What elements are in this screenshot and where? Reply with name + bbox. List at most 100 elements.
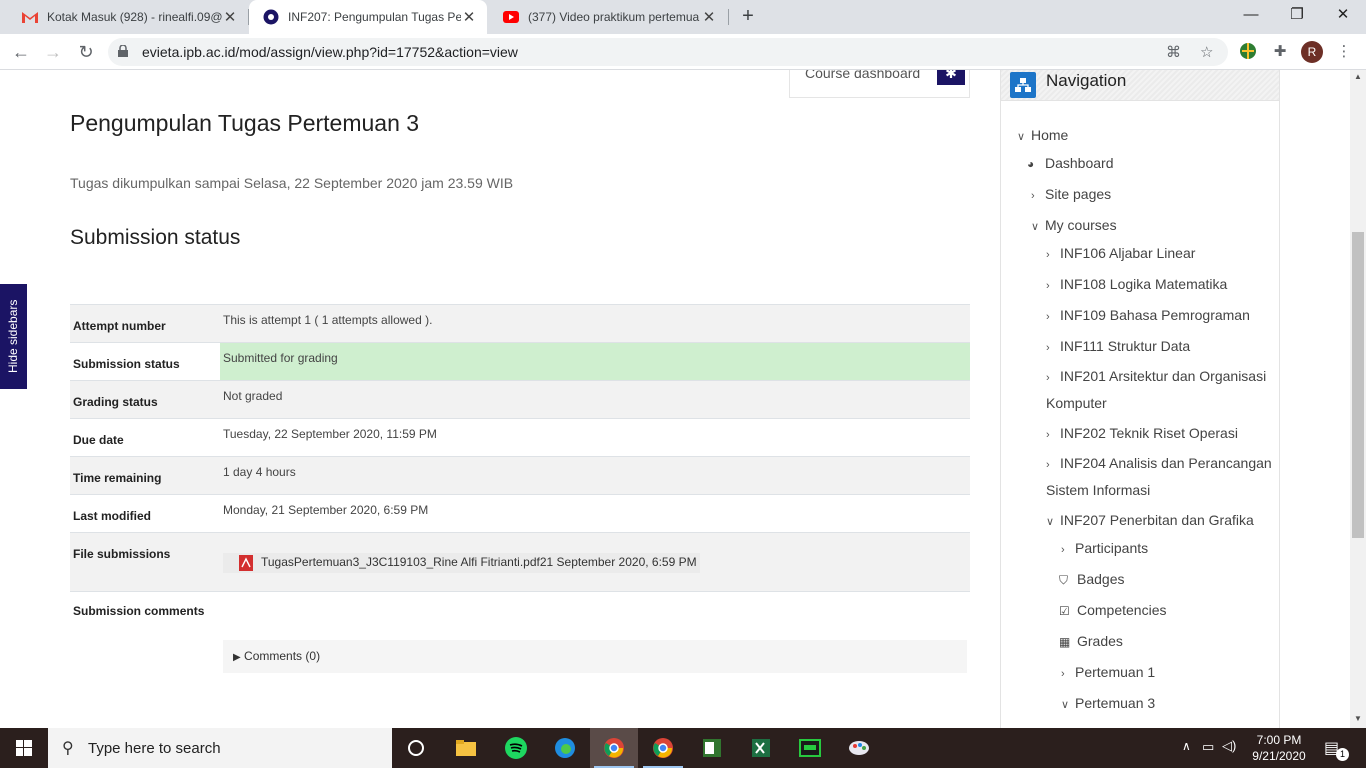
taskbar-excel[interactable] bbox=[737, 728, 785, 768]
nav-item-participants[interactable]: › Participants bbox=[1061, 540, 1148, 556]
taskbar-search-box[interactable]: ⚲ Type here to search bbox=[48, 728, 392, 768]
nav-item-course[interactable]: › INF109 Bahasa Pemrograman bbox=[1046, 307, 1250, 323]
browser-menu-icon[interactable]: ⋮ bbox=[1334, 42, 1354, 62]
minimize-button[interactable]: — bbox=[1228, 0, 1274, 30]
submission-status-table: Attempt number This is attempt 1 ( 1 att… bbox=[70, 304, 970, 682]
close-tab-icon[interactable]: ✕ bbox=[701, 8, 717, 26]
taskbar-project[interactable] bbox=[688, 728, 736, 768]
close-tab-icon[interactable]: ✕ bbox=[461, 8, 477, 26]
taskbar-spotify[interactable] bbox=[492, 728, 540, 768]
scroll-down-icon[interactable]: ▼ bbox=[1350, 714, 1366, 728]
nav-item-course[interactable]: › INF111 Struktur Data bbox=[1046, 338, 1190, 354]
nav-item-grades[interactable]: ▦ Grades bbox=[1059, 633, 1123, 649]
chevron-down-icon: ∨ bbox=[1061, 699, 1070, 711]
scrollbar-thumb[interactable] bbox=[1352, 232, 1364, 538]
restore-button[interactable]: ❐ bbox=[1274, 0, 1320, 30]
submission-status-value: Submitted for grading bbox=[220, 342, 970, 381]
chevron-up-icon[interactable]: ∧ bbox=[1182, 739, 1191, 753]
tab-assignment[interactable]: INF207: Pengumpulan Tugas Pert ✕ bbox=[249, 0, 487, 34]
assignment-intro: Tugas dikumpulkan sampai Selasa, 22 Sept… bbox=[70, 175, 514, 191]
navigation-block-header: Navigation bbox=[1001, 70, 1279, 101]
course-dashboard-button[interactable]: Course dashboard ✱ bbox=[789, 70, 970, 98]
navigation-title: Navigation bbox=[1046, 71, 1127, 90]
tab-youtube[interactable]: (377) Video praktikum pertemua ✕ bbox=[489, 0, 727, 34]
back-button[interactable]: ← bbox=[9, 40, 33, 64]
close-tab-icon[interactable]: ✕ bbox=[222, 8, 238, 26]
taskbar-chrome-profile[interactable] bbox=[639, 728, 687, 768]
extension-globe-icon[interactable] bbox=[1238, 42, 1258, 62]
new-tab-button[interactable]: + bbox=[736, 4, 760, 28]
nav-item-dashboard[interactable]: ◕ Dashboard bbox=[1027, 155, 1114, 171]
taskbar-clock[interactable]: 7:00 PM 9/21/2020 bbox=[1248, 732, 1310, 764]
search-placeholder: Type here to search bbox=[88, 740, 221, 757]
clock-time: 7:00 PM bbox=[1256, 733, 1302, 747]
forward-button[interactable]: → bbox=[41, 40, 65, 64]
chrome-icon bbox=[604, 738, 624, 758]
chevron-right-icon: › bbox=[1046, 280, 1050, 292]
paint-icon bbox=[849, 741, 869, 755]
page-scrollbar[interactable]: ▲ ▼ bbox=[1350, 70, 1366, 728]
row-key: Submission status bbox=[70, 342, 220, 381]
address-bar[interactable]: evieta.ipb.ac.id/mod/assign/view.php?id=… bbox=[108, 38, 1228, 66]
url-text: evieta.ipb.ac.id/mod/assign/view.php?id=… bbox=[142, 44, 518, 60]
table-row: Last modified Monday, 21 September 2020,… bbox=[70, 494, 970, 533]
battery-icon[interactable]: ▭ bbox=[1202, 739, 1214, 755]
nav-item-course[interactable]: › INF108 Logika Matematika bbox=[1046, 276, 1227, 292]
bookmark-star-icon[interactable]: ☆ bbox=[1200, 43, 1213, 61]
table-row: Due date Tuesday, 22 September 2020, 11:… bbox=[70, 418, 970, 457]
nav-item-badges[interactable]: ⛉ Badges bbox=[1059, 571, 1124, 588]
taskbar-chrome-active[interactable] bbox=[590, 728, 638, 768]
nav-item-current-course[interactable]: ∨ INF207 Penerbitan dan Grafika bbox=[1046, 512, 1254, 528]
gmail-icon bbox=[22, 12, 38, 23]
app-board-icon bbox=[799, 739, 821, 757]
shield-icon: ⛉ bbox=[1059, 573, 1069, 587]
pdf-file-icon bbox=[239, 555, 253, 571]
tab-separator bbox=[728, 9, 729, 25]
nav-item-course[interactable]: › INF106 Aljabar Linear bbox=[1046, 245, 1195, 261]
task-view-button[interactable] bbox=[392, 728, 440, 768]
chevron-right-icon: › bbox=[1061, 544, 1065, 556]
row-key: Time remaining bbox=[70, 456, 220, 495]
nav-item-site-pages[interactable]: › Site pages bbox=[1031, 186, 1111, 202]
action-center-button[interactable]: ▤ 1 bbox=[1322, 728, 1352, 768]
taskbar-edge[interactable] bbox=[541, 728, 589, 768]
start-button[interactable] bbox=[0, 728, 48, 768]
table-row: File submissions TugasPertemuan3_J3C1191… bbox=[70, 532, 970, 592]
checkbox-icon: ☑ bbox=[1059, 604, 1070, 618]
row-value: 1 day 4 hours bbox=[220, 456, 970, 495]
page-content: Hide sidebars Course dashboard ✱ Pengump… bbox=[0, 70, 1366, 728]
nav-item-course[interactable]: › INF201 Arsitektur dan Organisasi Komput… bbox=[1046, 364, 1276, 416]
taskbar-green-app[interactable] bbox=[786, 728, 834, 768]
chevron-right-icon: › bbox=[1046, 459, 1050, 471]
taskbar-file-explorer[interactable] bbox=[442, 728, 490, 768]
browser-toolbar: ← → ↻ evieta.ipb.ac.id/mod/assign/view.p… bbox=[0, 34, 1366, 70]
nav-item-my-courses[interactable]: ∨ My courses bbox=[1031, 217, 1117, 233]
close-window-button[interactable]: ✕ bbox=[1320, 0, 1366, 30]
nav-item-competencies[interactable]: ☑ Competencies bbox=[1059, 602, 1167, 618]
chevron-right-icon: › bbox=[1061, 668, 1065, 680]
comments-toggle[interactable]: ▶ Comments (0) bbox=[223, 640, 967, 673]
file-link[interactable]: TugasPertemuan3_J3C119103_Rine Alfi Fitr… bbox=[261, 555, 540, 569]
nav-item-home[interactable]: ∨ Home bbox=[1017, 127, 1068, 143]
nav-item-course[interactable]: › INF204 Analisis dan Perancangan Sistem … bbox=[1046, 451, 1276, 503]
cortana-circle-icon bbox=[408, 740, 424, 756]
hide-sidebars-button[interactable]: Hide sidebars bbox=[0, 284, 27, 389]
extensions-puzzle-icon[interactable]: ✚ bbox=[1270, 42, 1290, 62]
volume-icon[interactable]: ◁) bbox=[1222, 738, 1236, 754]
chevron-right-icon: › bbox=[1046, 429, 1050, 441]
tab-gmail[interactable]: Kotak Masuk (928) - rinealfi.09@ ✕ bbox=[8, 0, 248, 34]
chevron-down-icon: ∨ bbox=[1046, 516, 1055, 528]
table-row: Attempt number This is attempt 1 ( 1 att… bbox=[70, 304, 970, 343]
lock-icon bbox=[118, 45, 128, 57]
nav-item-section[interactable]: ∨ Pertemuan 3 bbox=[1061, 695, 1155, 711]
translate-icon[interactable]: ⌘ bbox=[1166, 43, 1181, 61]
project-icon bbox=[703, 739, 721, 757]
nav-item-section[interactable]: › Pertemuan 1 bbox=[1061, 664, 1155, 680]
reload-button[interactable]: ↻ bbox=[74, 40, 98, 64]
course-dashboard-label: Course dashboard bbox=[805, 70, 921, 81]
nav-item-course[interactable]: › INF202 Teknik Riset Operasi bbox=[1046, 425, 1238, 441]
gear-icon[interactable]: ✱ bbox=[937, 70, 965, 85]
scroll-up-icon[interactable]: ▲ bbox=[1350, 72, 1366, 86]
taskbar-paint-app[interactable] bbox=[835, 728, 883, 768]
profile-avatar[interactable]: R bbox=[1301, 41, 1323, 63]
